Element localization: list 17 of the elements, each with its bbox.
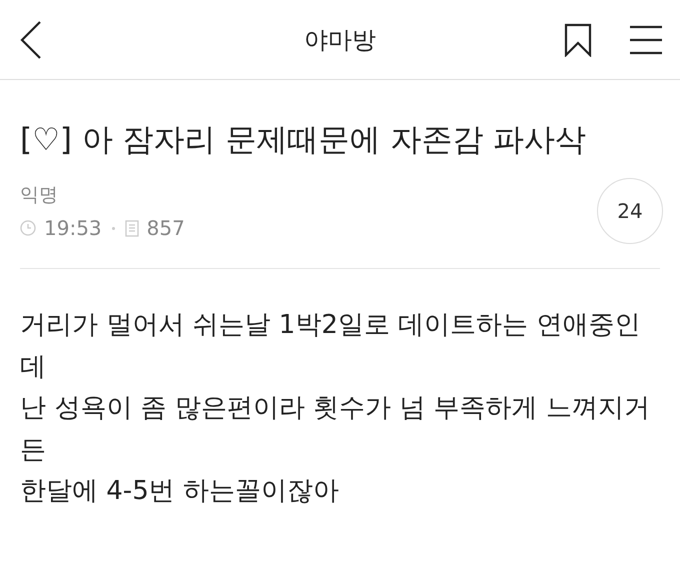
body-text-line: 데 (20, 350, 47, 384)
body-text-line: 한달에 4-5번 하는꼴이잖아 (20, 475, 340, 508)
page-title: 야마방 (304, 24, 376, 56)
body-text-line: 난 성욕이 좀 많은편이라 횟수가 넘 부족하게 느껴지거 (20, 392, 651, 425)
back-icon[interactable] (20, 20, 42, 60)
body-text-line: 거리가 멀어서 쉬는날 1박2일로 데이트하는 연애중인 (20, 309, 642, 342)
menu-icon[interactable] (630, 24, 662, 54)
document-icon (124, 220, 139, 236)
bookmark-icon[interactable] (564, 22, 592, 56)
post-time: 19:53 (44, 216, 102, 240)
comment-count-button[interactable]: 24 (597, 178, 663, 244)
body-text-line: 든 (20, 434, 47, 466)
clock-icon (20, 220, 36, 236)
view-count: 857 (146, 216, 185, 240)
separator-dot (112, 226, 115, 230)
post-title: [♡] 아 잠자리 문제때문에 자존감 파사삭 (20, 121, 588, 160)
author-name: 익명 (20, 183, 59, 208)
